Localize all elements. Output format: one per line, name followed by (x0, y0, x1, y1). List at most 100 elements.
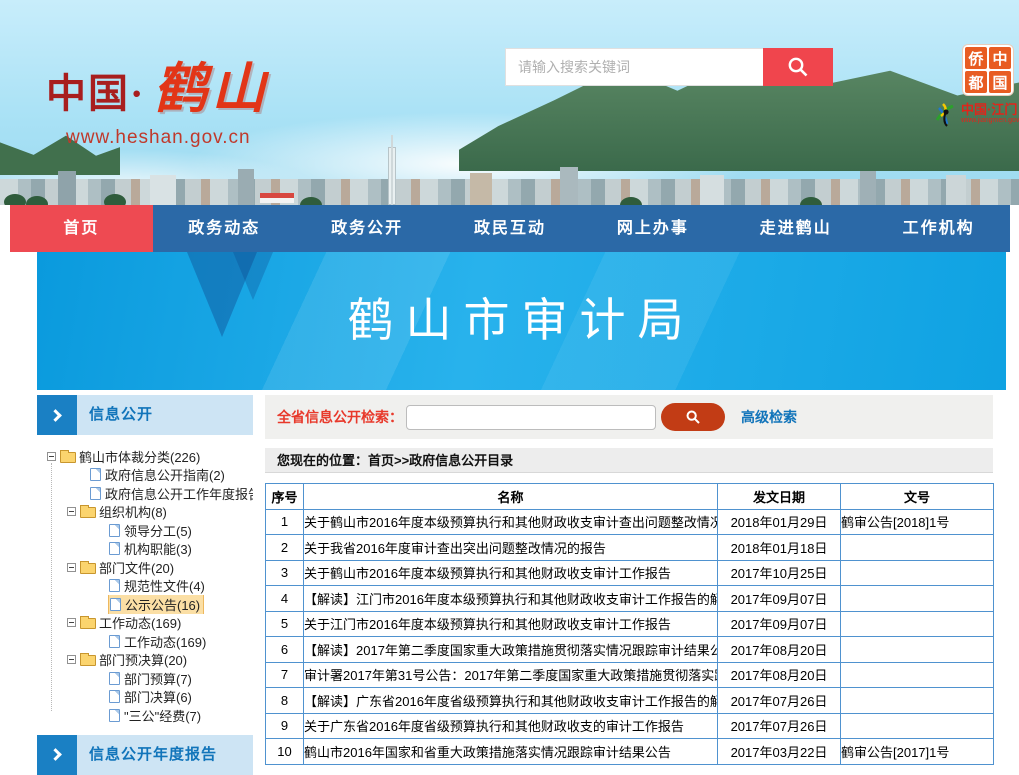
cell-num: 3 (266, 560, 304, 586)
site-logo: 中国· 鹤山 www.heshan.gov.cn (46, 44, 269, 149)
cell-name[interactable]: 审计署2017年第31号公告：2017年第二季度国家重大政策措施贯彻落实跟... (304, 662, 718, 688)
cell-doc (841, 611, 994, 637)
nav-tab-4[interactable]: 网上办事 (581, 205, 724, 252)
tree-item[interactable]: 部门预算(7) (37, 669, 253, 688)
document-table: 序号名称发文日期文号 1关于鹤山市2016年度本级预算执行和其他财政收支审计查出… (265, 483, 994, 765)
tree-item-label: 部门决算(6) (124, 688, 192, 707)
cell-name[interactable]: 【解读】江门市2016年度本级预算执行和其他财政收支审计工作报告的解读 (304, 586, 718, 612)
badge-char: 中 (989, 47, 1011, 69)
tree-item-label: 鹤山市体裁分类(226) (79, 447, 200, 466)
dancer-icon (933, 100, 957, 128)
jiangmen-logo[interactable]: 中国·江门 www.jiangmen.gov.cn (933, 100, 1019, 128)
cell-doc (841, 560, 994, 586)
table-row: 9关于广东省2016年度省级预算执行和其他财政收支的审计工作报告2017年07月… (266, 713, 994, 739)
nav-tab-5[interactable]: 走进鹤山 (724, 205, 867, 252)
table-row: 5关于江门市2016年度本级预算执行和其他财政收支审计工作报告2017年09月0… (266, 611, 994, 637)
file-icon (109, 635, 120, 648)
advanced-search-link[interactable]: 高级检索 (741, 407, 797, 427)
folder-icon (80, 655, 96, 666)
page-title: 鹤山市审计局 (37, 252, 1006, 390)
logo-text-script: 鹤山 (153, 44, 269, 123)
cell-name[interactable]: 关于我省2016年度审计查出突出问题整改情况的报告 (304, 535, 718, 561)
tree-item-label: 规范性文件(4) (124, 577, 205, 596)
tree-item-label: 工作动态(169) (99, 614, 181, 633)
tree-item[interactable]: 领导分工(5) (37, 521, 253, 540)
file-icon (90, 468, 101, 481)
cell-date: 2017年09月07日 (718, 586, 841, 612)
cell-doc (841, 535, 994, 561)
table-row: 2关于我省2016年度审计查出突出问题整改情况的报告2018年01月18日 (266, 535, 994, 561)
site-search-input[interactable] (505, 48, 763, 86)
tree-item[interactable]: 公示公告(16) (37, 595, 253, 614)
tree-item[interactable]: 工作动态(169) (37, 632, 253, 651)
sidebar-section-title: 信息公开年度报告 (77, 735, 253, 775)
tree-item[interactable]: 部门决算(6) (37, 688, 253, 707)
province-search-button[interactable] (661, 403, 725, 431)
sidebar-section-annual-report[interactable]: 信息公开年度报告 (37, 735, 253, 775)
tree-item[interactable]: 组织机构(8) (37, 503, 253, 522)
tree-item[interactable]: 规范性文件(4) (37, 577, 253, 596)
column-header: 发文日期 (718, 484, 841, 510)
table-row: 8【解读】广东省2016年度省级预算执行和其他财政收支审计工作报告的解读2017… (266, 688, 994, 714)
cell-name[interactable]: 关于鹤山市2016年度本级预算执行和其他财政收支审计工作报告 (304, 560, 718, 586)
cell-name[interactable]: 关于广东省2016年度省级预算执行和其他财政收支的审计工作报告 (304, 713, 718, 739)
nav-tab-0[interactable]: 首页 (10, 205, 153, 252)
tree-item[interactable]: 政府信息公开工作年度报告( (37, 484, 253, 503)
file-icon (109, 709, 120, 722)
cell-name[interactable]: 【解读】广东省2016年度省级预算执行和其他财政收支审计工作报告的解读 (304, 688, 718, 714)
cell-num: 2 (266, 535, 304, 561)
cell-doc: 鹤审公告[2017]1号 (841, 739, 994, 765)
collapse-icon[interactable] (67, 618, 76, 627)
collapse-icon[interactable] (67, 563, 76, 572)
tree-item-label: 部门预决算(20) (99, 651, 187, 670)
cell-num: 6 (266, 637, 304, 663)
cell-name[interactable]: 关于鹤山市2016年度本级预算执行和其他财政收支审计查出问题整改情况... (304, 509, 718, 535)
main-nav: 首页政务动态政务公开政民互动网上办事走进鹤山工作机构 (10, 205, 1010, 252)
sidebar: 信息公开 鹤山市体裁分类(226)政府信息公开指南(2)政府信息公开工作年度报告… (37, 395, 253, 775)
badge-char: 国 (989, 71, 1011, 93)
tree-item-label: 公示公告(16) (125, 595, 200, 614)
file-icon (110, 598, 121, 611)
table-row: 1关于鹤山市2016年度本级预算执行和其他财政收支审计查出问题整改情况...20… (266, 509, 994, 535)
collapse-icon[interactable] (67, 655, 76, 664)
file-icon (90, 487, 101, 500)
nav-tab-6[interactable]: 工作机构 (867, 205, 1010, 252)
nav-tab-3[interactable]: 政民互动 (439, 205, 582, 252)
folder-icon (60, 452, 76, 463)
tree-item-label: 部门文件(20) (99, 558, 174, 577)
tree-item[interactable]: 部门文件(20) (37, 558, 253, 577)
column-header: 序号 (266, 484, 304, 510)
sidebar-section-info-disclosure[interactable]: 信息公开 (37, 395, 253, 435)
chevron-right-icon (37, 735, 77, 775)
table-header-row: 序号名称发文日期文号 (266, 484, 994, 510)
file-icon (109, 690, 120, 703)
cell-name[interactable]: 【解读】2017年第二季度国家重大政策措施贯彻落实情况跟踪审计结果公... (304, 637, 718, 663)
cell-doc: 鹤审公告[2018]1号 (841, 509, 994, 535)
site-search-button[interactable] (763, 48, 833, 86)
cell-name[interactable]: 鹤山市2016年国家和省重大政策措施落实情况跟踪审计结果公告 (304, 739, 718, 765)
tree-item[interactable]: "三公"经费(7) (37, 706, 253, 725)
collapse-icon[interactable] (67, 507, 76, 516)
column-header: 文号 (841, 484, 994, 510)
cell-num: 8 (266, 688, 304, 714)
tree-item[interactable]: 部门预决算(20) (37, 651, 253, 670)
cell-date: 2017年08月20日 (718, 662, 841, 688)
collapse-icon[interactable] (47, 452, 56, 461)
cell-num: 7 (266, 662, 304, 688)
main-panel: 全省信息公开检索： 高级检索 您现在的位置：首页>>政府信息公开目录 序号名称发… (265, 395, 993, 775)
file-icon (109, 524, 120, 537)
tree-item[interactable]: 机构职能(3) (37, 540, 253, 559)
nav-tab-2[interactable]: 政务公开 (296, 205, 439, 252)
tree-item[interactable]: 政府信息公开指南(2) (37, 466, 253, 485)
cell-doc (841, 688, 994, 714)
cell-name[interactable]: 关于江门市2016年度本级预算执行和其他财政收支审计工作报告 (304, 611, 718, 637)
tree-item[interactable]: 工作动态(169) (37, 614, 253, 633)
table-row: 3关于鹤山市2016年度本级预算执行和其他财政收支审计工作报告2017年10月2… (266, 560, 994, 586)
province-search-input[interactable] (406, 405, 656, 430)
cell-date: 2017年03月22日 (718, 739, 841, 765)
nav-tab-1[interactable]: 政务动态 (153, 205, 296, 252)
tree-item[interactable]: 鹤山市体裁分类(226) (37, 447, 253, 466)
folder-icon (80, 618, 96, 629)
province-search-label: 全省信息公开检索： (277, 407, 403, 427)
cell-date: 2018年01月29日 (718, 509, 841, 535)
